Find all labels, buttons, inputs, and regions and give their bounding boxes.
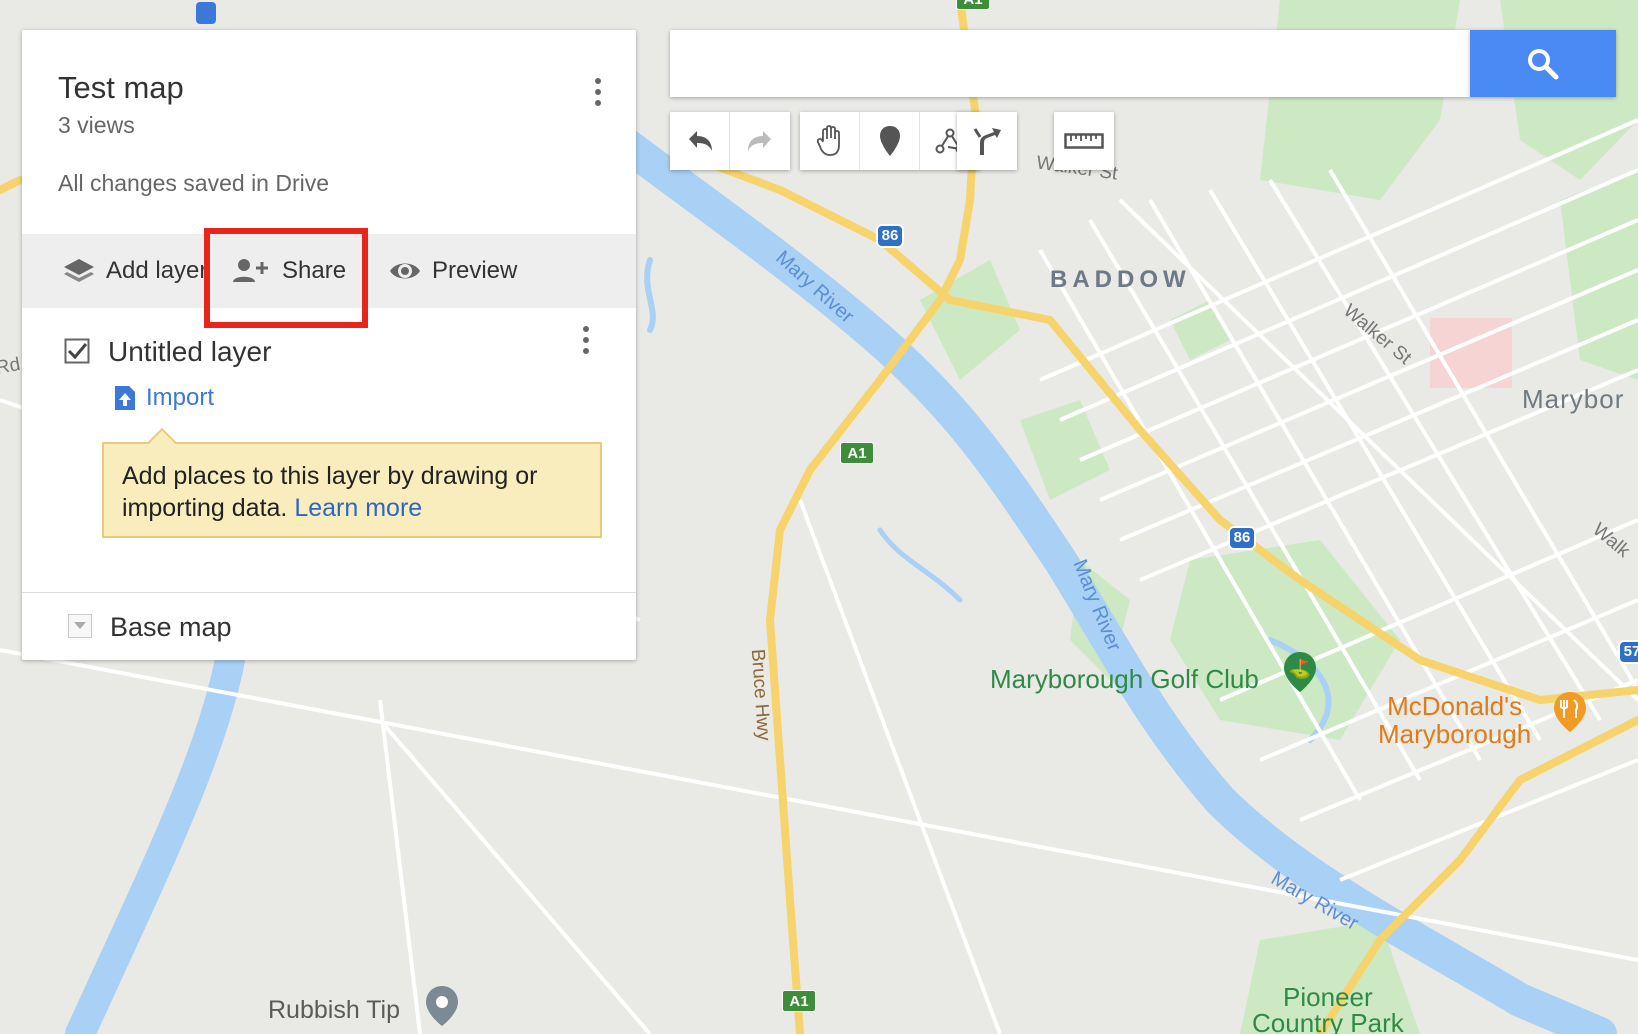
road-label-rd: Rd — [0, 354, 22, 379]
a1-shield-3: A1 — [956, 0, 990, 10]
panel-actions-bar: Add layer Share Preview — [22, 228, 636, 328]
map-views-count: 3 views — [58, 112, 135, 138]
drawing-tools-group — [800, 112, 980, 170]
suburb-label-baddow: BADDOW — [1050, 266, 1191, 293]
route-57-shield: 57 — [1618, 640, 1638, 664]
eye-icon — [390, 263, 420, 279]
add-marker-button[interactable] — [860, 112, 920, 170]
measure-tool-group — [1054, 112, 1114, 170]
map-options-menu-icon[interactable] — [588, 72, 608, 112]
undo-button[interactable] — [670, 112, 730, 170]
tip-arrow — [147, 427, 177, 457]
town-label-maryborough: Marybor — [1522, 384, 1625, 414]
measure-distance-button[interactable] — [1054, 112, 1114, 170]
a1-shield: A1 — [840, 442, 874, 464]
layer-name[interactable]: Untitled layer — [108, 336, 271, 368]
import-link[interactable]: Import — [114, 384, 214, 412]
empty-layer-tip: Add places to this layer by drawing or i… — [102, 427, 602, 538]
base-map-expand-toggle[interactable] — [68, 614, 92, 638]
search-button[interactable] — [1470, 30, 1616, 97]
directions-tool-group — [957, 112, 1017, 170]
route-86-shield: 86 — [876, 224, 904, 248]
poi-golf-club-label[interactable]: Maryborough Golf Club — [990, 664, 1259, 695]
add-directions-button[interactable] — [957, 112, 1017, 170]
map-title[interactable]: Test map — [58, 70, 184, 106]
search-input[interactable] — [670, 30, 1470, 97]
poi-rubbish-tip-label[interactable]: Rubbish Tip — [268, 996, 400, 1025]
grey-pin-icon[interactable] — [424, 984, 460, 1028]
restaurant-pin-icon[interactable] — [1552, 690, 1588, 734]
search-icon — [1528, 48, 1559, 79]
poi-mcdonalds-label[interactable]: McDonald's Maryborough — [1378, 692, 1531, 748]
add-layer-label: Add layer — [106, 257, 208, 284]
train-station-icon[interactable] — [196, 2, 216, 24]
marker-icon — [879, 126, 900, 156]
route-86-shield-2: 86 — [1228, 526, 1256, 550]
import-label: Import — [146, 384, 215, 411]
undo-icon — [688, 131, 712, 151]
directions-icon — [973, 128, 1001, 155]
add-layer-button[interactable]: Add layer — [62, 234, 220, 308]
undo-redo-group — [670, 112, 790, 170]
ruler-icon — [1064, 133, 1104, 149]
mcdonalds-line1: McDonald's — [1387, 691, 1523, 721]
layer-visibility-checkbox[interactable] — [64, 338, 90, 364]
upload-file-icon — [115, 386, 135, 410]
hand-icon — [816, 125, 840, 156]
map-details-panel: Test map 3 views All changes saved in Dr… — [22, 30, 636, 660]
layer-options-menu-icon[interactable] — [576, 320, 596, 360]
redo-button[interactable] — [730, 112, 790, 170]
base-map-label[interactable]: Base map — [110, 612, 232, 643]
a1-shield-2: A1 — [782, 990, 816, 1012]
share-highlight-box — [204, 228, 368, 328]
learn-more-link[interactable]: Learn more — [294, 494, 422, 522]
preview-button[interactable]: Preview — [368, 234, 518, 308]
golf-pin-icon[interactable]: ⛳ — [1282, 650, 1318, 694]
redo-icon — [748, 131, 771, 151]
triangle-down-icon — [74, 622, 86, 629]
pan-tool-button[interactable] — [800, 112, 860, 170]
mcdonalds-line2: Maryborough — [1378, 719, 1532, 749]
pioneer-line1: Pioneer — [1283, 982, 1373, 1012]
save-status: All changes saved in Drive — [58, 170, 330, 196]
pioneer-line2: Country Park — [1252, 1008, 1404, 1034]
panel-divider — [22, 592, 636, 593]
poi-pioneer-park-label[interactable]: Pioneer Country Park — [1252, 984, 1404, 1034]
preview-label: Preview — [432, 257, 518, 284]
svg-text:⛳: ⛳ — [1289, 658, 1311, 680]
layers-icon — [64, 259, 94, 282]
